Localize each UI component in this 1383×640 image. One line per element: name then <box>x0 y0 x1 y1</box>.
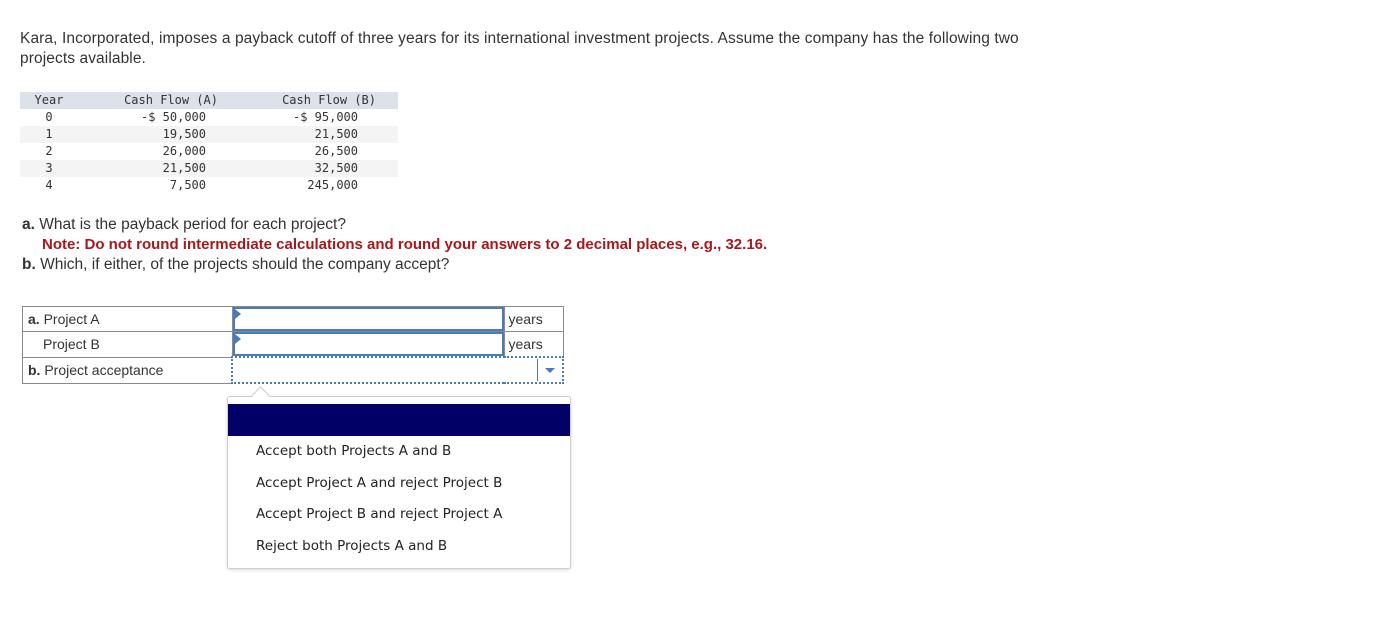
question-a-prefix: a. <box>22 216 35 233</box>
dropdown-options: Accept both Projects A and B Accept Proj… <box>228 436 570 562</box>
acceptance-select-box[interactable] <box>233 359 562 381</box>
project-a-label-text: Project A <box>39 311 100 327</box>
header-cash-flow-b: Cash Flow (B) <box>282 93 376 107</box>
answer-table: a. Project A years Project B years b. Pr… <box>22 306 564 384</box>
cash-flow-table: Year Cash Flow (A) Cash Flow (B) 0 -$ 50… <box>20 92 398 194</box>
cash-flow-a-cell: 19,500 <box>162 127 206 141</box>
answer-row-project-a: a. Project A years <box>22 306 564 332</box>
cash-flow-a-cell: -$ 50,000 <box>140 110 206 124</box>
cash-flow-a-cell: 21,500 <box>162 161 206 175</box>
dropdown-option-accept-b-reject-a[interactable]: Accept Project B and reject Project A <box>228 499 570 531</box>
acceptance-dropdown-menu: Accept both Projects A and B Accept Proj… <box>227 386 571 569</box>
question-b: b. Which, if either, of the projects sho… <box>22 255 767 275</box>
question-b-text: Which, if either, of the projects should… <box>35 256 450 273</box>
year-cell: 1 <box>45 127 53 141</box>
header-cash-flow-a: Cash Flow (A) <box>124 93 218 107</box>
acceptance-label: b. Project acceptance <box>22 356 233 384</box>
project-a-label: a. Project A <box>22 306 233 332</box>
year-cell: 2 <box>45 144 53 158</box>
cash-flow-b-cell: -$ 95,000 <box>292 110 358 124</box>
dropdown-caret-icon <box>251 386 270 405</box>
project-b-unit: years <box>503 331 564 358</box>
table-row: 2 26,000 26,500 <box>20 143 398 160</box>
year-cell: 0 <box>45 110 53 124</box>
question-a: a. What is the payback period for each p… <box>22 215 767 235</box>
acceptance-label-text: Project acceptance <box>40 362 164 378</box>
project-a-input-cell <box>231 306 505 332</box>
cash-flow-a-cell: 26,000 <box>162 144 206 158</box>
cash-flow-a-cell: 7,500 <box>169 178 206 192</box>
year-cell: 3 <box>45 161 53 175</box>
table-row: 0 -$ 50,000 -$ 95,000 <box>20 109 398 126</box>
project-b-payback-input[interactable] <box>232 332 504 356</box>
table-row: 1 19,500 21,500 <box>20 126 398 143</box>
problem-intro: Kara, Incorporated, imposes a payback cu… <box>20 30 1019 67</box>
chevron-down-icon <box>545 368 555 373</box>
project-a-payback-input[interactable] <box>232 307 504 331</box>
project-b-input-cell <box>231 331 505 358</box>
dropdown-toggle[interactable] <box>537 359 562 381</box>
project-b-label: Project B <box>22 331 233 358</box>
acceptance-prefix: b. <box>28 362 41 378</box>
year-cell: 4 <box>45 178 53 192</box>
project-a-prefix: a. <box>28 311 40 327</box>
table-row: 3 21,500 32,500 <box>20 160 398 177</box>
question-a-text: What is the payback period for each proj… <box>34 216 346 233</box>
cash-flow-b-cell: 32,500 <box>314 161 358 175</box>
questions: a. What is the payback period for each p… <box>22 215 767 275</box>
question-b-prefix: b. <box>22 256 36 273</box>
answer-row-project-b: Project B years <box>22 331 564 358</box>
dropdown-option-blank-highlighted[interactable] <box>228 404 570 436</box>
header-year: Year <box>34 93 64 107</box>
cash-flow-header-row: Year Cash Flow (A) Cash Flow (B) <box>20 92 398 109</box>
cash-flow-b-cell: 26,500 <box>314 144 358 158</box>
cash-flow-b-cell: 245,000 <box>307 178 358 192</box>
dropdown-option-accept-both[interactable]: Accept both Projects A and B <box>228 436 570 468</box>
cash-flow-b-cell: 21,500 <box>314 127 358 141</box>
dropdown-option-accept-a-reject-b[interactable]: Accept Project A and reject Project B <box>228 468 570 500</box>
table-row: 4 7,500 245,000 <box>20 177 398 194</box>
answer-row-acceptance: b. Project acceptance <box>22 356 564 384</box>
rounding-note: Note: Do not round intermediate calculat… <box>42 236 768 253</box>
acceptance-select[interactable] <box>231 356 564 384</box>
dropdown-option-reject-both[interactable]: Reject both Projects A and B <box>228 531 570 563</box>
project-a-unit: years <box>503 306 564 332</box>
